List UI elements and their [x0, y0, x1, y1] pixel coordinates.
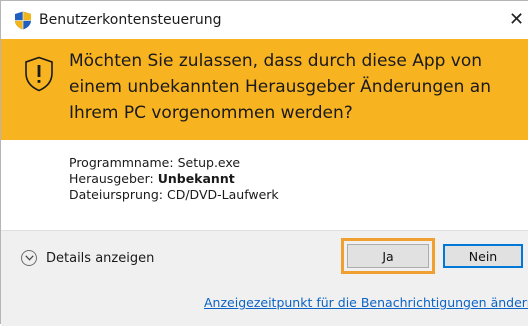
program-name-row: Programmname: Setup.exe [69, 155, 279, 171]
banner-message: Möchten Sie zulassen, dass durch diese A… [69, 51, 491, 123]
no-button[interactable]: Nein [443, 244, 523, 268]
warning-banner: Möchten Sie zulassen, dass durch diese A… [1, 39, 528, 140]
close-icon[interactable]: ✕ [509, 9, 528, 31]
uac-shield-icon [15, 11, 31, 30]
program-name-value: Setup.exe [177, 155, 241, 170]
program-name-label: Programmname: [69, 155, 174, 170]
publisher-label: Herausgeber: [69, 171, 154, 186]
details-label[interactable]: Details anzeigen [46, 251, 154, 266]
window-title: Benutzerkontensteuerung [39, 12, 222, 28]
chevron-down-icon[interactable] [21, 250, 37, 266]
title-bar: Benutzerkontensteuerung ✕ [1, 1, 528, 39]
publisher-value: Unbekannt [157, 171, 235, 186]
details-toggle[interactable]: Details anzeigen [21, 247, 154, 269]
origin-value: CD/DVD-Laufwerk [166, 187, 279, 202]
dialog-footer: Details anzeigen Ja Nein Anzeigezeitpunk… [1, 230, 528, 326]
origin-row: Dateiursprung: CD/DVD-Laufwerk [69, 187, 279, 203]
uac-dialog: Benutzerkontensteuerung ✕ Möchten Sie zu… [0, 0, 528, 326]
program-info: Programmname: Setup.exe Herausgeber: Unb… [69, 155, 279, 203]
origin-label: Dateiursprung: [69, 187, 163, 202]
warning-shield-icon [25, 56, 53, 92]
publisher-row: Herausgeber: Unbekannt [69, 171, 279, 187]
yes-button[interactable]: Ja [347, 244, 429, 268]
notification-settings-link[interactable]: Anzeigezeitpunkt für die Benachrichtigun… [204, 295, 528, 310]
